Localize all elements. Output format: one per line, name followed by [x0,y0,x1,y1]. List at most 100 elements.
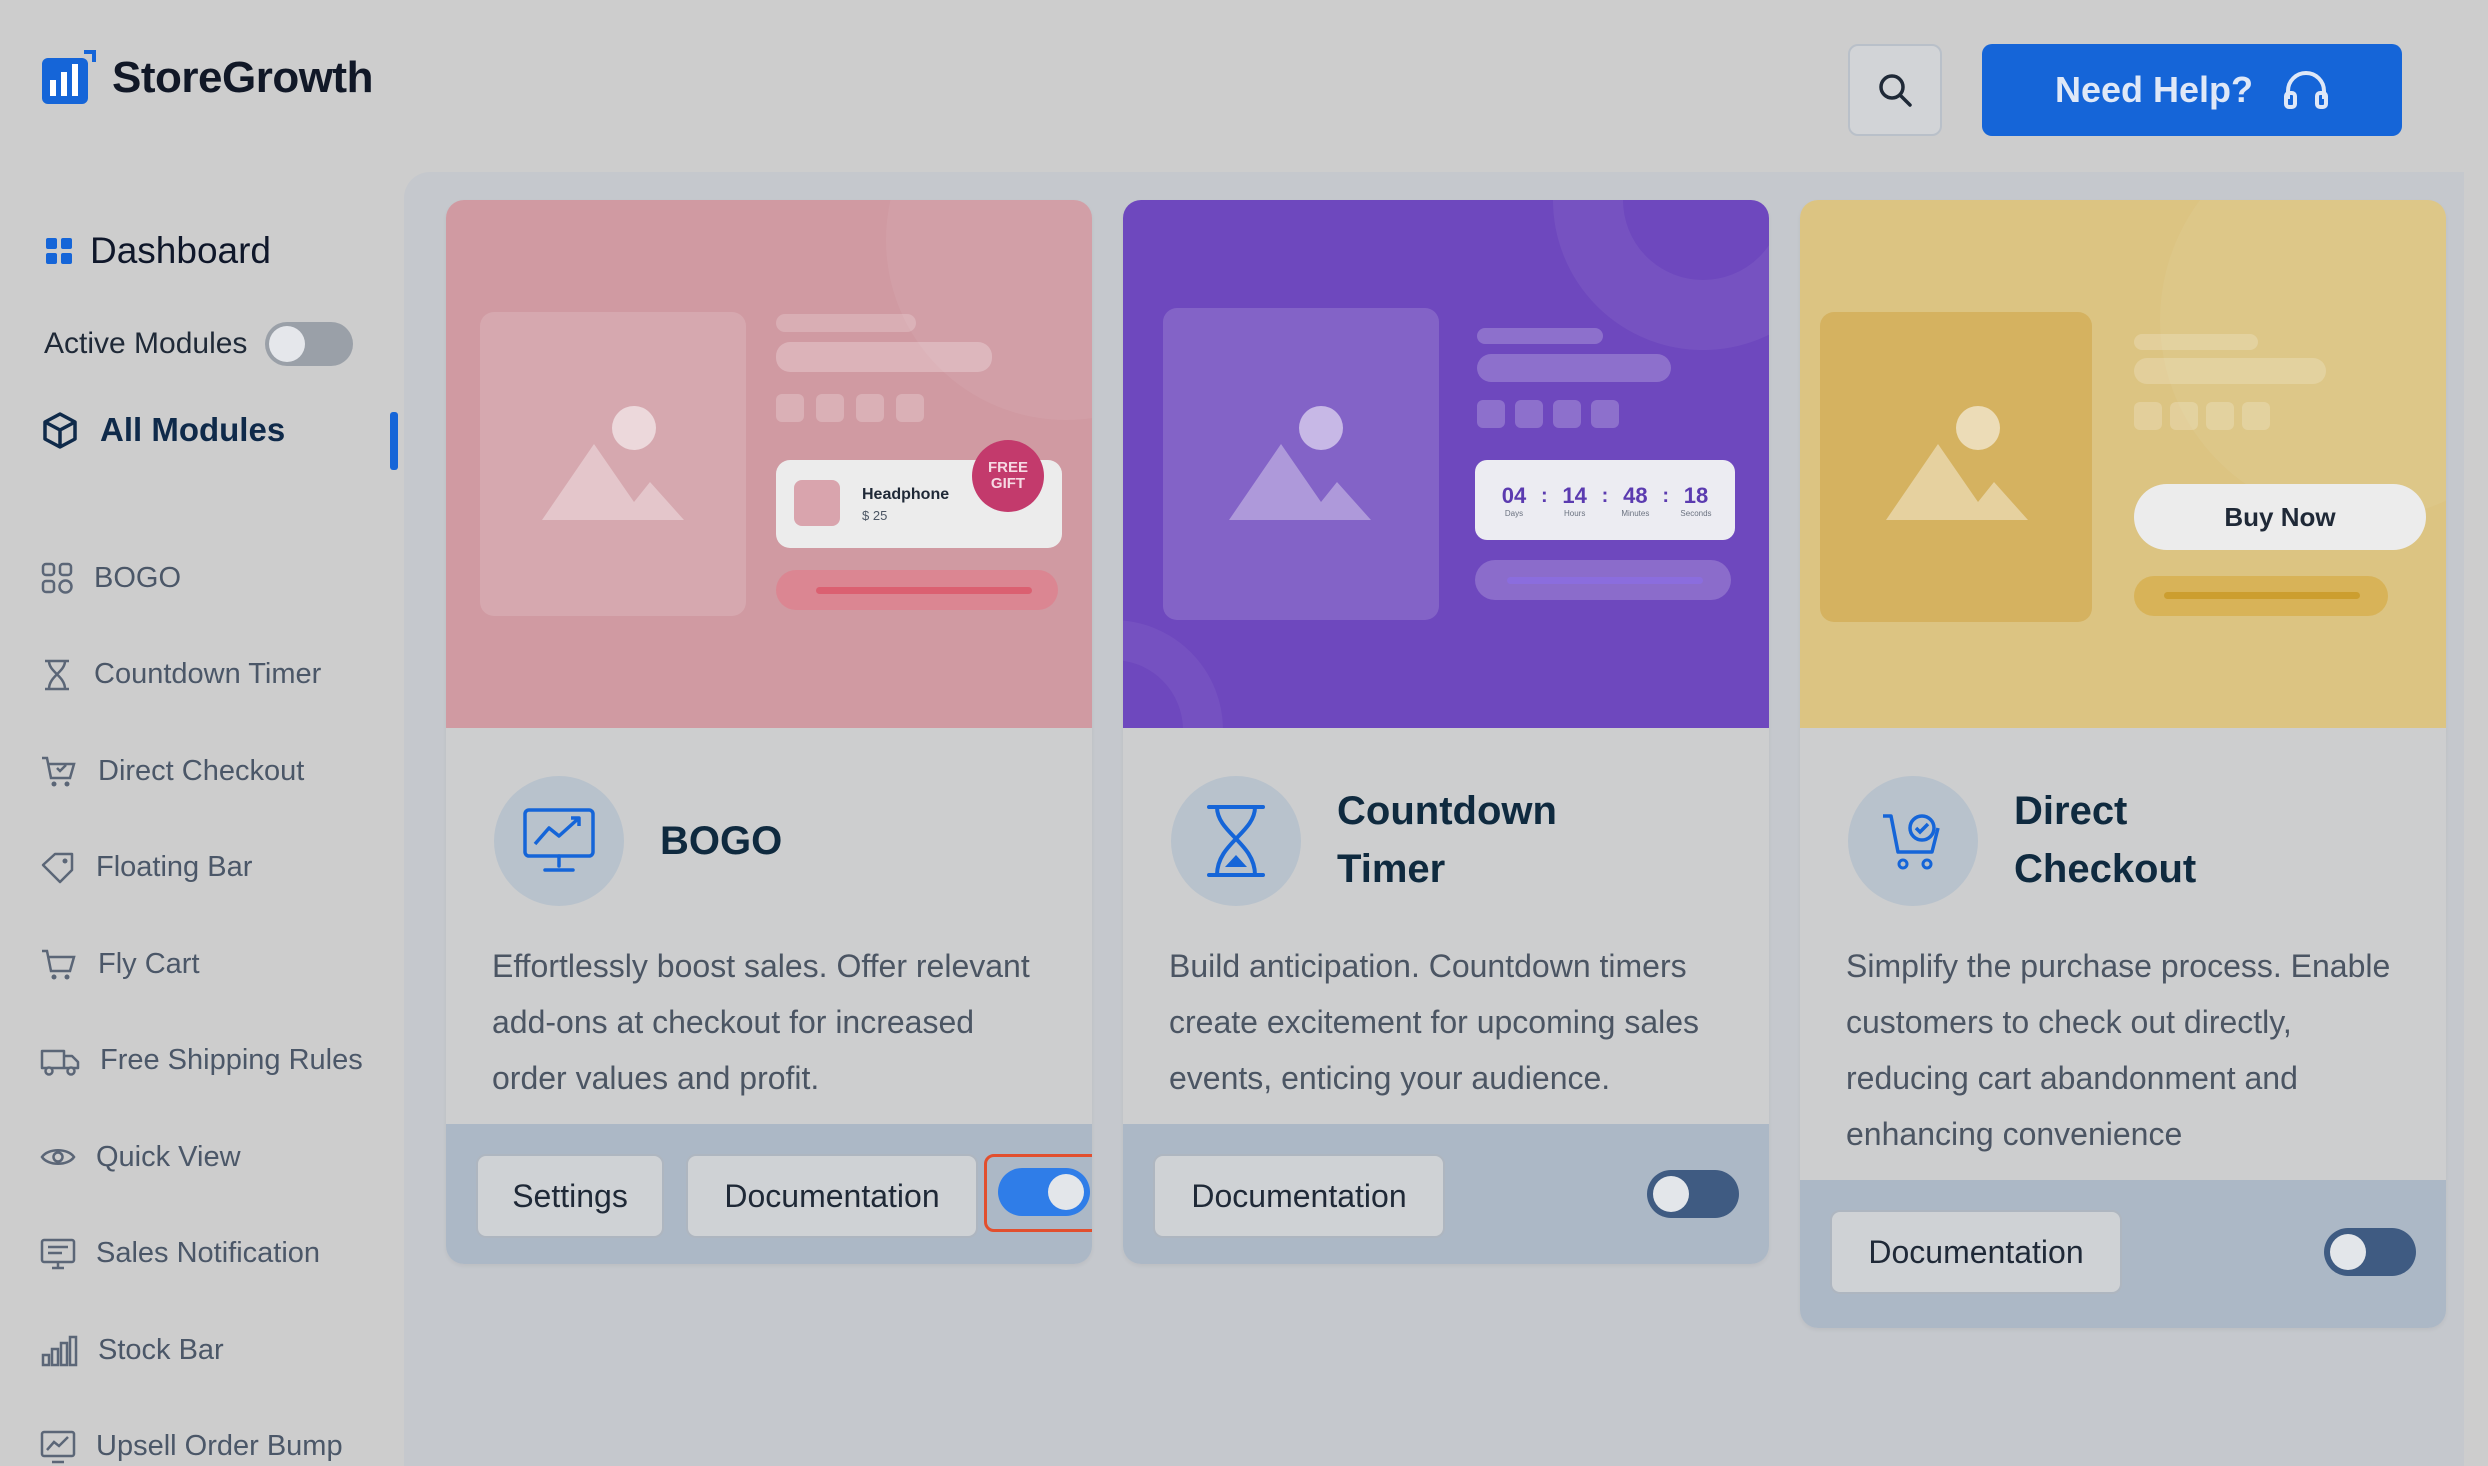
documentation-button[interactable]: Documentation [1153,1154,1445,1238]
notification-icon [40,1238,76,1269]
card-title-line2: Checkout [2014,847,2197,891]
documentation-button[interactable]: Documentation [686,1154,978,1238]
module-card-bogo: Headphone $ 25 FREE GIFT BOGO Effortless… [446,200,1092,1264]
bogo-icon-badge [494,776,624,906]
buy-now-preview-button: Buy Now [2134,484,2426,550]
settings-button[interactable]: Settings [476,1154,664,1238]
bogo-enable-toggle[interactable] [998,1168,1090,1216]
gift-product-name: Headphone [862,486,950,503]
countdown-timer-enable-toggle[interactable] [1647,1170,1739,1218]
hourglass-icon [1207,805,1265,877]
active-modules-toggle[interactable] [265,322,354,366]
image-placeholder-icon [1229,406,1371,520]
active-indicator [390,412,398,470]
timer-days-unit: Days [1504,508,1524,518]
image-placeholder-icon [1886,406,2028,520]
timer-seconds: 18 [1683,482,1709,508]
sidebar-item-quick-view[interactable]: Quick View [40,1109,363,1206]
sidebar-item-label: BOGO [94,561,182,594]
card-body: BOGO Effortlessly boost sales. Offer rel… [446,728,1092,1264]
timer-days: 04 [1501,482,1527,508]
active-modules-row: Active Modules [44,322,354,366]
eye-icon [40,1149,76,1166]
sidebar-item-label: Upsell Order Bump [96,1430,343,1463]
tag-icon [41,852,74,883]
search-icon [1879,74,1912,107]
card-description: Simplify the purchase process. Enable cu… [1846,948,2391,1152]
sidebar-item-floating-bar[interactable]: Floating Bar [40,820,363,917]
sidebar-item-fly-cart[interactable]: Fly Cart [40,916,363,1013]
sidebar-item-label: Direct Checkout [98,754,305,787]
sidebar-item-label: Fly Cart [98,947,200,980]
sidebar-item-stock-bar[interactable]: Stock Bar [40,1302,363,1399]
timer-hours-unit: Hours [1563,508,1586,518]
timer-sep: : [1540,484,1548,507]
cart-check-icon [1883,814,1940,870]
logo-text: StoreGrowth [112,53,373,102]
card-description: Build anticipation. Countdown timers cre… [1169,948,1700,1096]
sidebar-item-direct-checkout[interactable]: Direct Checkout [40,723,363,820]
timer-hero-illustration: 04 Days : 14 Hours : 48 Minutes : 18 Seconds [1123,200,1769,728]
sidebar-item-label: Countdown Timer [94,658,322,691]
sidebar-item-label: Floating Bar [96,851,253,884]
badge-line2: GIFT [990,475,1026,492]
card-title: BOGO [660,819,783,863]
card-title-line2: Timer [1337,847,1446,891]
card-description: Effortlessly boost sales. Offer relevant… [492,948,1030,1096]
sidebar-item-upsell-order-bump[interactable]: Upsell Order Bump [40,1399,363,1466]
gift-product-price: $ 25 [862,508,888,523]
dashboard-grid-icon [46,238,72,264]
truck-icon [40,1049,80,1076]
bogo-hero-illustration: Headphone $ 25 FREE GIFT [446,200,1092,728]
stock-bar-icon [41,1336,78,1367]
badge-line1: FREE [987,459,1028,476]
sidebar-item-bogo[interactable]: BOGO [40,530,363,627]
module-card-direct-checkout: Buy Now Direct Checkout Simplify the pur… [1800,200,2446,1328]
direct-checkout-enable-toggle[interactable] [2324,1228,2416,1276]
timer-icon-badge [1171,776,1301,906]
need-help-label: Need Help? [2054,69,2254,110]
dashboard-label: Dashboard [90,230,272,271]
card-title-line1: Countdown [1337,789,1557,833]
need-help-button[interactable]: Need Help? [1982,44,2402,136]
module-list: BOGO Countdown Timer Direct Checkout Flo… [40,530,363,1466]
hourglass-icon [45,659,69,690]
documentation-button[interactable]: Documentation [1830,1210,2122,1294]
sidebar-item-free-shipping-rules[interactable]: Free Shipping Rules [40,1013,363,1110]
chart-icon [40,1430,76,1463]
card-footer: Settings Documentation [446,1124,1092,1264]
card-body: Direct Checkout Simplify the purchase pr… [1800,728,2446,1328]
active-modules-label: Active Modules [44,327,248,360]
card-footer: Documentation [1800,1180,2446,1328]
sidebar-item-label: Free Shipping Rules [100,1044,363,1077]
card-footer: Documentation [1123,1124,1769,1264]
cart-icon [42,950,76,980]
card-title-line1: Direct [2014,789,2128,833]
cube-icon [43,412,77,449]
countdown-display: 04 Days : 14 Hours : 48 Minutes : 18 Seconds [1475,460,1735,540]
timer-seconds-unit: Seconds [1680,508,1712,518]
sidebar-item-countdown-timer[interactable]: Countdown Timer [40,627,363,724]
timer-minutes-unit: Minutes [1621,508,1650,518]
monitor-trend-icon [523,808,595,872]
sidebar-item-sales-notification[interactable]: Sales Notification [40,1206,363,1303]
image-placeholder-icon [542,406,684,520]
checkout-hero-illustration: Buy Now [1800,200,2446,728]
checkout-icon-badge [1848,776,1978,906]
sidebar-item-all-modules[interactable]: All Modules [40,410,285,450]
card-title: Countdown Timer [1337,782,1557,898]
bogo-icon [41,563,73,594]
app-logo[interactable]: StoreGrowth [40,50,373,106]
search-button[interactable] [1848,44,1942,136]
all-modules-label: All Modules [100,411,286,448]
logo-chart-icon [40,50,96,106]
headset-icon [2284,71,2329,109]
sidebar-item-label: Stock Bar [98,1333,224,1366]
module-card-countdown-timer: 04 Days : 14 Hours : 48 Minutes : 18 Seconds… [1123,200,1769,1264]
timer-sep: : [1662,484,1669,507]
sidebar-item-label: Quick View [96,1140,241,1173]
card-title: Direct Checkout [2014,782,2196,898]
sidebar-item-dashboard[interactable]: Dashboard [44,230,271,272]
free-gift-badge: FREE GIFT [972,440,1044,512]
timer-hours: 14 [1562,482,1587,508]
